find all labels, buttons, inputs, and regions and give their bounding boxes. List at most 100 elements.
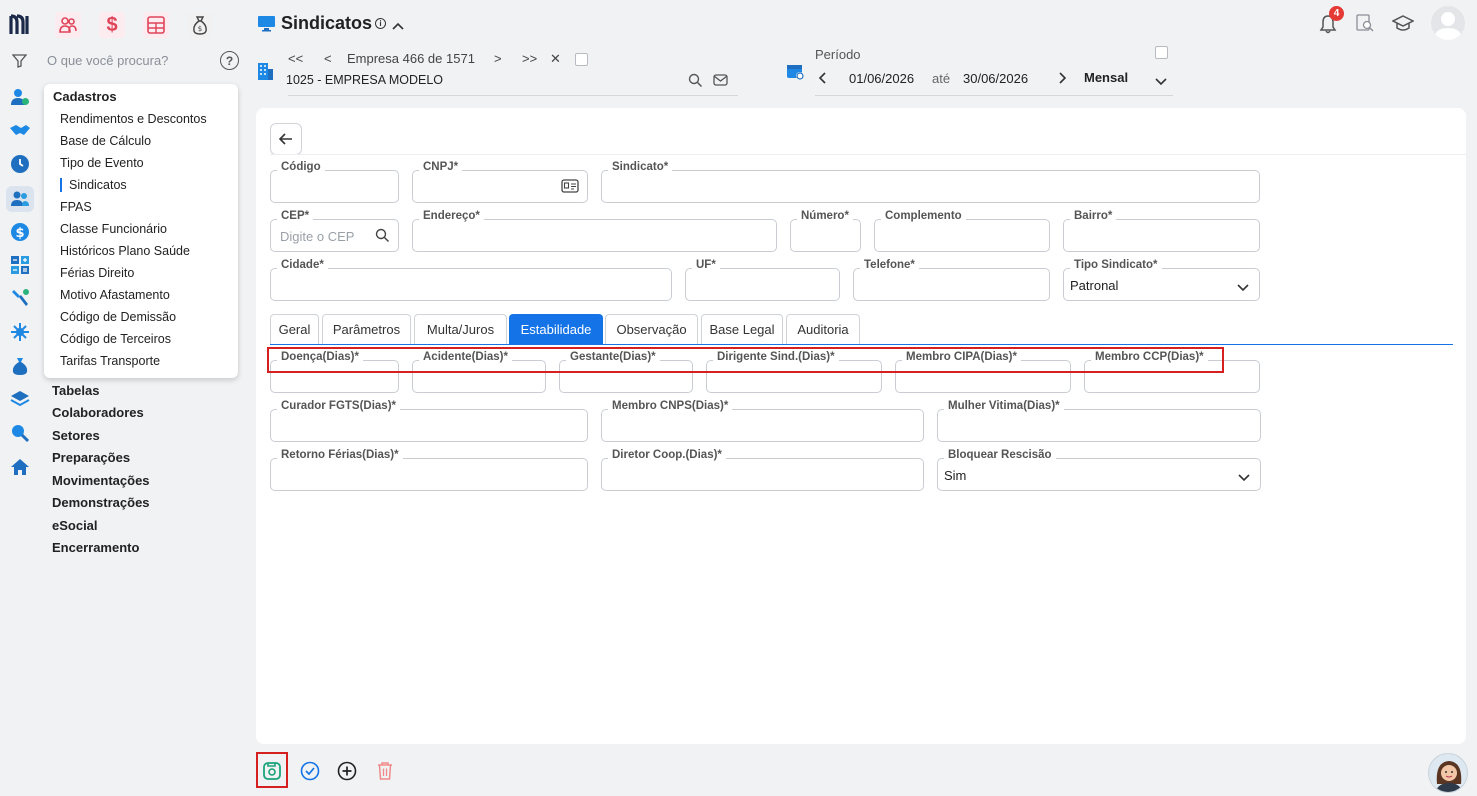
- chevron-down-icon[interactable]: [1155, 74, 1167, 89]
- cidade-field[interactable]: Cidade*: [270, 259, 672, 301]
- id-card-icon[interactable]: [561, 179, 579, 196]
- menu-item-fpas[interactable]: FPAS: [60, 200, 92, 214]
- nav-esocial[interactable]: eSocial: [52, 518, 98, 533]
- period-mode-select[interactable]: Mensal: [1084, 70, 1128, 85]
- chevron-down-icon[interactable]: [1238, 470, 1250, 485]
- nav-encerramento[interactable]: Encerramento: [52, 540, 139, 555]
- magnifier-icon[interactable]: [9, 422, 31, 444]
- period-next-button[interactable]: [1058, 72, 1067, 87]
- user-add-icon[interactable]: [9, 86, 31, 108]
- tab-base-legal[interactable]: Base Legal: [701, 314, 783, 344]
- arrow-left-icon: [279, 133, 292, 145]
- nav-demonstracoes[interactable]: Demonstrações: [52, 495, 150, 510]
- membro-cnps-field[interactable]: Membro CNPS(Dias)*: [601, 400, 924, 442]
- tab-multa-juros[interactable]: Multa/Juros: [414, 314, 507, 344]
- money-bag-icon[interactable]: $: [187, 12, 213, 38]
- nav-colaboradores[interactable]: Colaboradores: [52, 405, 144, 420]
- avatar[interactable]: [1431, 6, 1465, 40]
- dollar-icon[interactable]: $: [99, 12, 125, 38]
- bag-icon[interactable]: [9, 355, 31, 377]
- menu-item-ferias-direito[interactable]: Férias Direito: [60, 266, 134, 280]
- confirm-button[interactable]: [297, 758, 323, 784]
- company-checkbox[interactable]: [575, 53, 588, 66]
- diretor-coop-field[interactable]: Diretor Coop.(Dias)*: [601, 449, 924, 491]
- building-icon: [257, 62, 274, 84]
- clock-icon[interactable]: [9, 153, 31, 175]
- nav-movimentacoes[interactable]: Movimentações: [52, 473, 150, 488]
- coin-icon[interactable]: $: [9, 221, 31, 243]
- calculator-icon[interactable]: [143, 12, 169, 38]
- monitor-icon: [257, 15, 276, 35]
- menu-item-codigo-terceiros[interactable]: Código de Terceiros: [60, 332, 171, 346]
- menu-item-base-calculo[interactable]: Base de Cálculo: [60, 134, 151, 148]
- period-prev-button[interactable]: [818, 72, 827, 87]
- cnpj-field[interactable]: CNPJ*: [412, 161, 588, 203]
- tab-estabilidade[interactable]: Estabilidade: [509, 314, 603, 344]
- graduation-cap-icon[interactable]: [1391, 15, 1415, 35]
- handshake-icon[interactable]: [9, 119, 31, 141]
- assistant-avatar[interactable]: [1428, 753, 1468, 793]
- last-company-button[interactable]: >>: [522, 51, 537, 66]
- search-input[interactable]: O que você procura?: [47, 53, 168, 68]
- tipo-sindicato-select[interactable]: Tipo Sindicato* Patronal: [1063, 259, 1260, 301]
- first-company-button[interactable]: <<: [288, 51, 303, 66]
- info-icon[interactable]: i: [375, 18, 386, 29]
- bairro-field[interactable]: Bairro*: [1063, 210, 1260, 252]
- close-company-button[interactable]: ✕: [550, 51, 561, 67]
- company-name[interactable]: 1025 - EMPRESA MODELO: [286, 73, 443, 87]
- users-icon[interactable]: [6, 186, 34, 212]
- mail-icon[interactable]: [713, 74, 728, 89]
- nav-tabelas[interactable]: Tabelas: [52, 383, 99, 398]
- codigo-field[interactable]: Código: [270, 161, 399, 203]
- retorno-ferias-field[interactable]: Retorno Férias(Dias)*: [270, 449, 588, 491]
- menu-item-codigo-demissao[interactable]: Código de Demissão: [60, 310, 176, 324]
- period-checkbox[interactable]: [1155, 46, 1168, 59]
- network-icon[interactable]: [9, 321, 31, 343]
- document-search-icon[interactable]: [1356, 14, 1374, 35]
- chevron-down-icon[interactable]: [1237, 280, 1249, 295]
- add-button[interactable]: [334, 758, 360, 784]
- back-button[interactable]: [270, 123, 302, 155]
- menu-item-motivo-afastamento[interactable]: Motivo Afastamento: [60, 288, 170, 302]
- complemento-field[interactable]: Complemento: [874, 210, 1050, 252]
- svg-text:$: $: [198, 25, 202, 33]
- delete-button[interactable]: [372, 758, 398, 784]
- period-start[interactable]: 01/06/2026: [849, 71, 914, 86]
- endereco-field[interactable]: Endereço*: [412, 210, 777, 252]
- menu-item-tipo-evento[interactable]: Tipo de Evento: [60, 156, 144, 170]
- app-logo[interactable]: [9, 12, 33, 38]
- people-icon[interactable]: [55, 12, 81, 38]
- tab-parametros[interactable]: Parâmetros: [322, 314, 411, 344]
- help-icon[interactable]: ?: [220, 51, 239, 70]
- cep-field[interactable]: CEP* Digite o CEP: [270, 210, 399, 252]
- calc-grid-icon[interactable]: [9, 254, 31, 276]
- numero-field[interactable]: Número*: [790, 210, 861, 252]
- home-icon[interactable]: [9, 456, 31, 478]
- next-company-button[interactable]: >: [494, 51, 502, 66]
- uf-field[interactable]: UF*: [685, 259, 840, 301]
- chevron-up-icon[interactable]: [392, 18, 404, 33]
- prev-company-button[interactable]: <: [324, 51, 332, 66]
- menu-item-historicos-plano-saude[interactable]: Históricos Plano Saúde: [60, 244, 190, 258]
- nav-setores[interactable]: Setores: [52, 428, 100, 443]
- mulher-vitima-field[interactable]: Mulher Vitima(Dias)*: [937, 400, 1261, 442]
- layers-icon[interactable]: [9, 388, 31, 410]
- filter-icon[interactable]: [11, 54, 28, 71]
- search-icon[interactable]: [688, 73, 703, 91]
- menu-item-sindicatos[interactable]: Sindicatos: [60, 178, 127, 192]
- bloquear-rescisao-label: Bloquear Rescisão: [944, 449, 1056, 461]
- menu-item-classe-funcionario[interactable]: Classe Funcionário: [60, 222, 167, 236]
- period-end[interactable]: 30/06/2026: [963, 71, 1028, 86]
- sindicato-field[interactable]: Sindicato*: [601, 161, 1260, 203]
- menu-item-tarifas-transporte[interactable]: Tarifas Transporte: [60, 354, 160, 368]
- tab-auditoria[interactable]: Auditoria: [786, 314, 860, 344]
- tools-icon[interactable]: [9, 287, 31, 309]
- nav-preparacoes[interactable]: Preparações: [52, 450, 130, 465]
- bloquear-rescisao-select[interactable]: Bloquear Rescisão Sim: [937, 449, 1261, 491]
- telefone-field[interactable]: Telefone*: [853, 259, 1050, 301]
- curador-field[interactable]: Curador FGTS(Dias)*: [270, 400, 588, 442]
- tab-geral[interactable]: Geral: [270, 314, 319, 344]
- search-icon[interactable]: [375, 228, 390, 246]
- tab-observacao[interactable]: Observação: [605, 314, 698, 344]
- menu-item-rendimentos[interactable]: Rendimentos e Descontos: [60, 112, 207, 126]
